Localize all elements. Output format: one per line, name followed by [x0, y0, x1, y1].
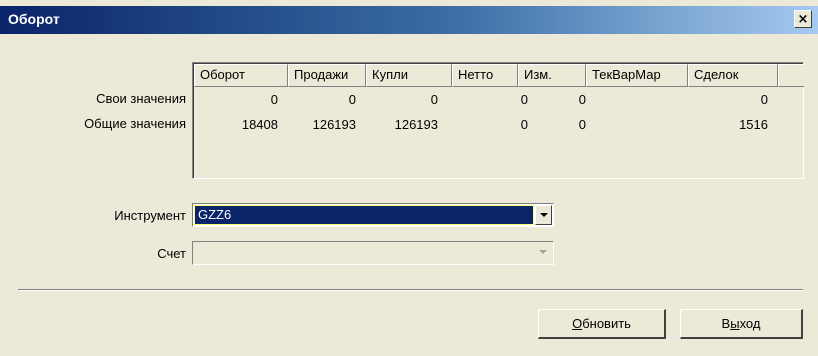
cell-total-turnover: 18408 — [241, 117, 278, 132]
account-label: Счет — [157, 246, 186, 261]
cell-own-change: 0 — [578, 92, 586, 107]
row-label-total: Общие значения — [84, 116, 186, 131]
refresh-button[interactable]: Обновить — [538, 309, 666, 339]
cell-own-sales: 0 — [348, 92, 356, 107]
refresh-button-label: Обновить — [572, 316, 631, 331]
title-bar[interactable]: Оборот × — [0, 6, 818, 34]
exit-button-label: Выход — [721, 316, 761, 331]
window-title: Оборот — [8, 11, 60, 27]
cell-total-buys: 126193 — [394, 117, 438, 132]
instrument-select[interactable]: GZZ6 — [192, 203, 554, 227]
account-select[interactable] — [192, 241, 554, 265]
column-header-change[interactable]: Изм. — [518, 64, 586, 87]
instrument-label: Инструмент — [114, 208, 186, 223]
grid-header: Оборот Продажи Купли Нетто Изм. ТекВарМа… — [194, 64, 804, 87]
turnover-dialog: Оборот × Свои значения Общие значения Об… — [0, 0, 818, 356]
cell-own-buys: 0 — [430, 92, 438, 107]
column-header-var-margin[interactable]: ТекВарМар — [586, 64, 688, 87]
cell-total-sales: 126193 — [312, 117, 356, 132]
close-icon: × — [797, 11, 809, 27]
cell-total-var-margin — [586, 116, 678, 134]
separator — [18, 289, 803, 291]
close-button[interactable]: × — [794, 10, 812, 28]
row-label-own: Свои значения — [96, 91, 186, 106]
cell-own-net: 0 — [520, 92, 528, 107]
exit-button[interactable]: Выход — [680, 309, 803, 339]
chevron-down-icon — [539, 250, 547, 254]
instrument-dropdown-button[interactable] — [535, 205, 552, 225]
chevron-down-icon — [540, 213, 548, 217]
column-header-turnover[interactable]: Оборот — [194, 64, 288, 87]
cell-own-turnover: 0 — [270, 92, 278, 107]
turnover-grid[interactable]: Оборот Продажи Купли Нетто Изм. ТекВарМа… — [192, 62, 804, 179]
account-dropdown-button[interactable] — [535, 243, 552, 263]
column-header-blank — [778, 64, 804, 87]
column-header-buys[interactable]: Купли — [366, 64, 452, 87]
cell-total-deals: 1516 — [739, 117, 768, 132]
cell-own-deals: 0 — [760, 92, 768, 107]
column-header-sales[interactable]: Продажи — [288, 64, 366, 87]
cell-total-change: 0 — [578, 117, 586, 132]
instrument-selected-value: GZZ6 — [194, 205, 534, 225]
column-header-deals[interactable]: Сделок — [688, 64, 778, 87]
column-header-net[interactable]: Нетто — [452, 64, 518, 87]
cell-total-net: 0 — [520, 117, 528, 132]
cell-own-var-margin — [586, 91, 678, 109]
